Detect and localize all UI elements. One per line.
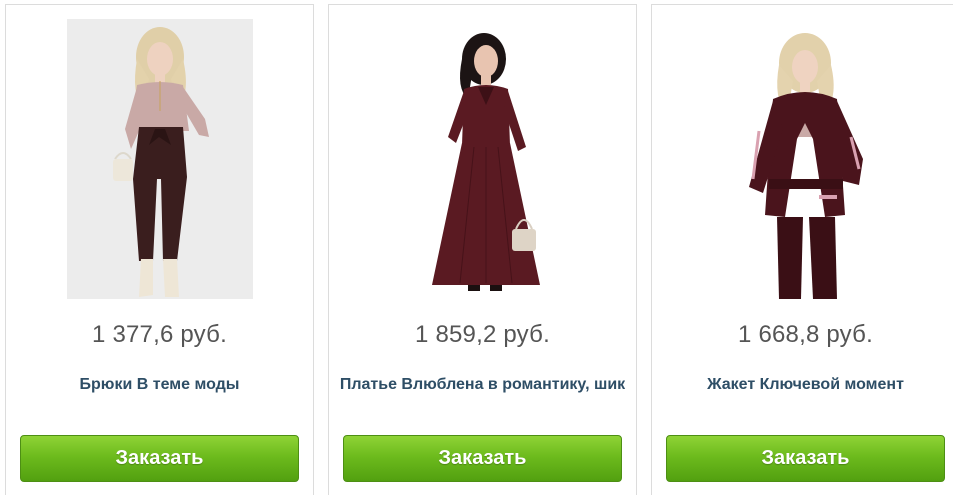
- product-price: 1 859,2 руб.: [415, 321, 550, 348]
- product-name-link[interactable]: Платье Влюблена в романтику, шик: [339, 373, 626, 397]
- product-price: 1 668,8 руб.: [738, 321, 873, 348]
- product-image[interactable]: [67, 19, 253, 299]
- product-card: 1 377,6 руб. Брюки В теме моды Заказать: [5, 4, 314, 495]
- product-price: 1 377,6 руб.: [92, 321, 227, 348]
- product-card: 1 668,8 руб. Жакет Ключевой момент Заказ…: [651, 4, 953, 495]
- product-image[interactable]: [713, 19, 899, 299]
- product-name-link[interactable]: Жакет Ключевой момент: [662, 373, 949, 397]
- product-card: 1 859,2 руб. Платье Влюблена в романтику…: [328, 4, 637, 495]
- product-name-link[interactable]: Брюки В теме моды: [16, 373, 303, 397]
- product-image[interactable]: [390, 19, 576, 299]
- order-button[interactable]: Заказать: [666, 435, 945, 482]
- order-button[interactable]: Заказать: [343, 435, 622, 482]
- order-button[interactable]: Заказать: [20, 435, 299, 482]
